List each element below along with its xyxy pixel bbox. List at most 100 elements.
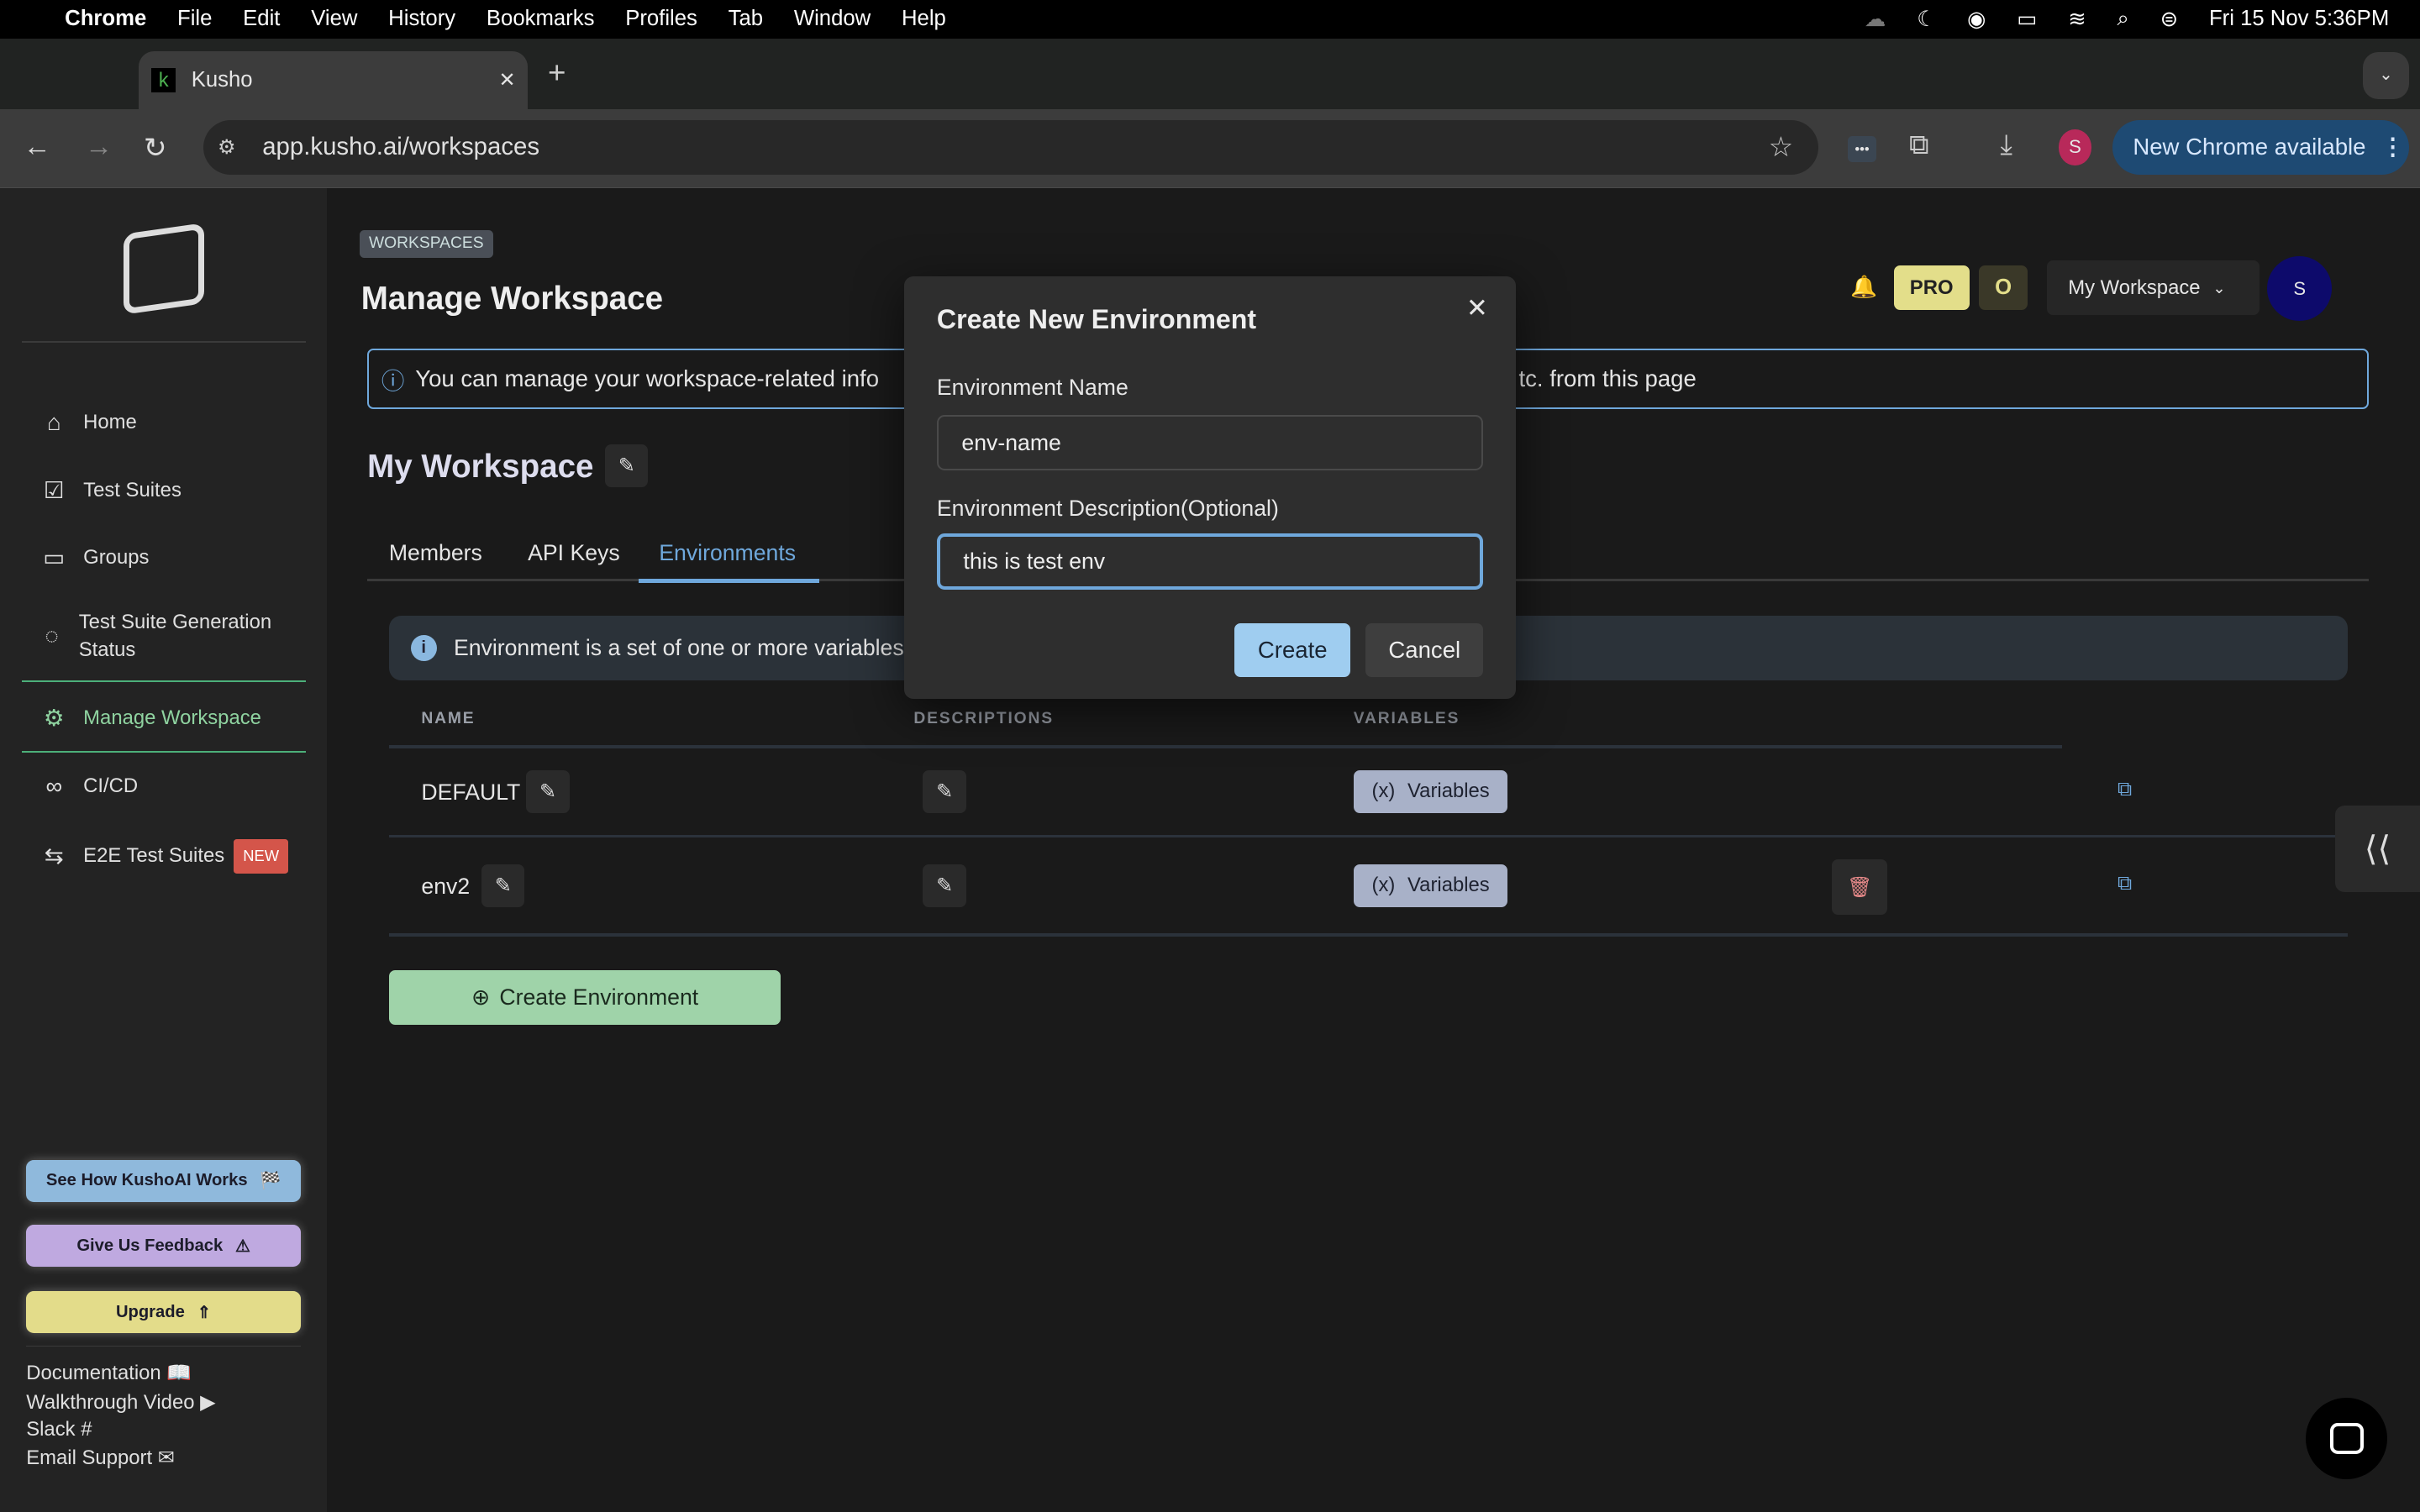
control-center-icon[interactable]: ⊜: [2160, 7, 2179, 32]
menu-help[interactable]: Help: [902, 7, 946, 31]
kusho-side-widget[interactable]: ⟨⟨: [2334, 805, 2420, 892]
tab-search-icon[interactable]: ⌄: [2363, 52, 2410, 99]
tab-members[interactable]: Members: [389, 540, 482, 566]
email-support-link[interactable]: Email Support ✉: [26, 1446, 175, 1470]
walkthrough-link[interactable]: Walkthrough Video ▶: [26, 1390, 215, 1415]
info-text-tail: tc. from this page: [1518, 365, 1697, 391]
user-avatar[interactable]: S: [2267, 255, 2333, 322]
sidebar-item-cicd[interactable]: ∞ CI/CD: [37, 773, 138, 800]
menu-tab[interactable]: Tab: [729, 7, 763, 31]
video-icon: ▶: [200, 1390, 216, 1414]
new-tab-icon[interactable]: +: [548, 55, 566, 91]
menu-edit[interactable]: Edit: [243, 7, 280, 31]
environment-description-input[interactable]: this is test env: [936, 533, 1484, 590]
browser-tab[interactable]: k Kusho ✕: [139, 50, 529, 110]
sidebar-item-e2e[interactable]: ⇆ E2E Test Suites NEW: [37, 839, 289, 874]
environment-name-input[interactable]: env-name: [936, 415, 1484, 471]
info-filled-icon: i: [410, 634, 437, 662]
upgrade-label: Upgrade: [115, 1302, 185, 1321]
battery-icon[interactable]: ▭: [2017, 7, 2037, 32]
more-vert-icon[interactable]: ⋮: [2381, 134, 2405, 160]
menu-window[interactable]: Window: [794, 7, 871, 31]
copy-icon[interactable]: ⧉: [2118, 872, 2132, 895]
breadcrumb[interactable]: WORKSPACES: [359, 229, 493, 258]
sidebar-item-home[interactable]: ⌂ Home: [37, 409, 137, 436]
sidebar-item-generation-status[interactable]: ◌ Test Suite Generation Status: [37, 608, 299, 664]
menu-bookmarks[interactable]: Bookmarks: [487, 7, 595, 31]
copy-icon[interactable]: ⧉: [2118, 778, 2132, 801]
workspace-select[interactable]: My Workspace ⌄: [2046, 260, 2260, 315]
link-label: Slack: [26, 1417, 76, 1441]
bookmark-star-icon[interactable]: ☆: [1769, 130, 1794, 164]
sidebar-item-test-suites[interactable]: ☑ Test Suites: [37, 477, 182, 504]
variables-button[interactable]: (x) Variables: [1353, 864, 1508, 907]
delete-button[interactable]: 🗑: [1832, 859, 1888, 916]
upgrade-chevrons-icon: ⇑: [197, 1303, 212, 1322]
documentation-link[interactable]: Documentation 📖: [26, 1361, 192, 1385]
user-icon[interactable]: ◉: [1967, 7, 1986, 32]
edit-description-button[interactable]: ✎: [923, 769, 966, 813]
new-badge: NEW: [234, 839, 289, 874]
password-icon[interactable]: •••: [1847, 135, 1877, 162]
bell-icon[interactable]: 🔔: [1850, 275, 1877, 300]
credits-badge[interactable]: O: [1978, 265, 2028, 311]
upgrade-button[interactable]: Upgrade ⇑: [26, 1291, 302, 1333]
close-icon[interactable]: ✕: [1466, 293, 1488, 323]
gear-icon: ⚙: [43, 705, 65, 732]
edit-description-button[interactable]: ✎: [923, 864, 966, 907]
feedback-button[interactable]: Give Us Feedback ⚠: [26, 1225, 302, 1267]
variable-icon: (x): [1371, 874, 1396, 897]
pro-badge[interactable]: PRO: [1893, 265, 1970, 311]
variables-button[interactable]: (x) Variables: [1353, 769, 1508, 813]
cloud-icon[interactable]: ☁: [1865, 7, 1886, 32]
menu-profiles[interactable]: Profiles: [625, 7, 697, 31]
sidebar-item-groups[interactable]: ▭ Groups: [37, 544, 149, 571]
env-name: env2: [421, 873, 471, 899]
sidebar-item-manage-workspace[interactable]: ⚙ Manage Workspace: [37, 705, 261, 732]
sidebar-item-label: E2E Test Suites: [83, 844, 225, 868]
create-environment-button[interactable]: ⊕ Create Environment: [388, 970, 781, 1025]
moon-icon[interactable]: ☾: [1917, 7, 1936, 32]
back-icon[interactable]: ←: [24, 131, 51, 163]
chevron-down-icon: ⌄: [2212, 278, 2226, 297]
clock[interactable]: Fri 15 Nov 5:36PM: [2209, 7, 2389, 31]
menu-file[interactable]: File: [177, 7, 212, 31]
profile-avatar[interactable]: S: [2059, 129, 2091, 165]
checkered-flag-icon: 🏁: [260, 1172, 281, 1191]
new-chrome-available-button[interactable]: New Chrome available ⋮: [2112, 120, 2410, 175]
workspace-select-value: My Workspace: [2068, 276, 2201, 299]
variables-label: Variables: [1407, 874, 1490, 897]
tab-api-keys[interactable]: API Keys: [528, 540, 620, 566]
sidebar-item-label: Test Suite Generation Status: [78, 610, 272, 661]
see-how-button[interactable]: See How KushoAI Works 🏁: [26, 1160, 302, 1202]
sidebar-item-label: CI/CD: [83, 774, 139, 798]
menu-view[interactable]: View: [311, 7, 357, 31]
search-icon[interactable]: ⌕: [2118, 7, 2129, 32]
kusho-logo[interactable]: [123, 223, 204, 315]
download-icon[interactable]: ⤓: [2000, 129, 2012, 161]
environment-name-label: Environment Name: [936, 375, 1128, 401]
create-button[interactable]: Create: [1234, 623, 1351, 678]
site-settings-icon[interactable]: ⚙: [218, 135, 235, 160]
menu-history[interactable]: History: [388, 7, 455, 31]
reload-icon[interactable]: ↻: [144, 131, 167, 165]
edit-name-button[interactable]: ✎: [481, 864, 525, 907]
extensions-icon[interactable]: ⧉: [1909, 129, 1929, 161]
close-tab-icon[interactable]: ✕: [498, 68, 515, 92]
forward-icon[interactable]: →: [85, 131, 113, 163]
tab-environments[interactable]: Environments: [659, 540, 796, 566]
feedback-icon: ⚠: [234, 1236, 251, 1256]
link-label: Walkthrough Video: [26, 1390, 195, 1414]
chat-launcher-button[interactable]: [2306, 1398, 2388, 1480]
column-header-descriptions: DESCRIPTIONS: [913, 709, 1054, 727]
slack-icon: #: [81, 1417, 92, 1441]
address-bar[interactable]: ⚙ app.kusho.ai/workspaces ☆: [203, 120, 1818, 175]
edit-workspace-name-button[interactable]: ✎: [604, 444, 649, 488]
edit-name-button[interactable]: ✎: [526, 769, 570, 813]
wifi-icon[interactable]: ≋: [2068, 7, 2086, 32]
menu-app[interactable]: Chrome: [65, 7, 146, 31]
macos-menubar: Chrome File Edit View History Bookmarks …: [0, 0, 2420, 39]
env-name: DEFAULT: [421, 779, 521, 805]
cancel-button[interactable]: Cancel: [1365, 623, 1484, 678]
slack-link[interactable]: Slack #: [26, 1418, 92, 1441]
